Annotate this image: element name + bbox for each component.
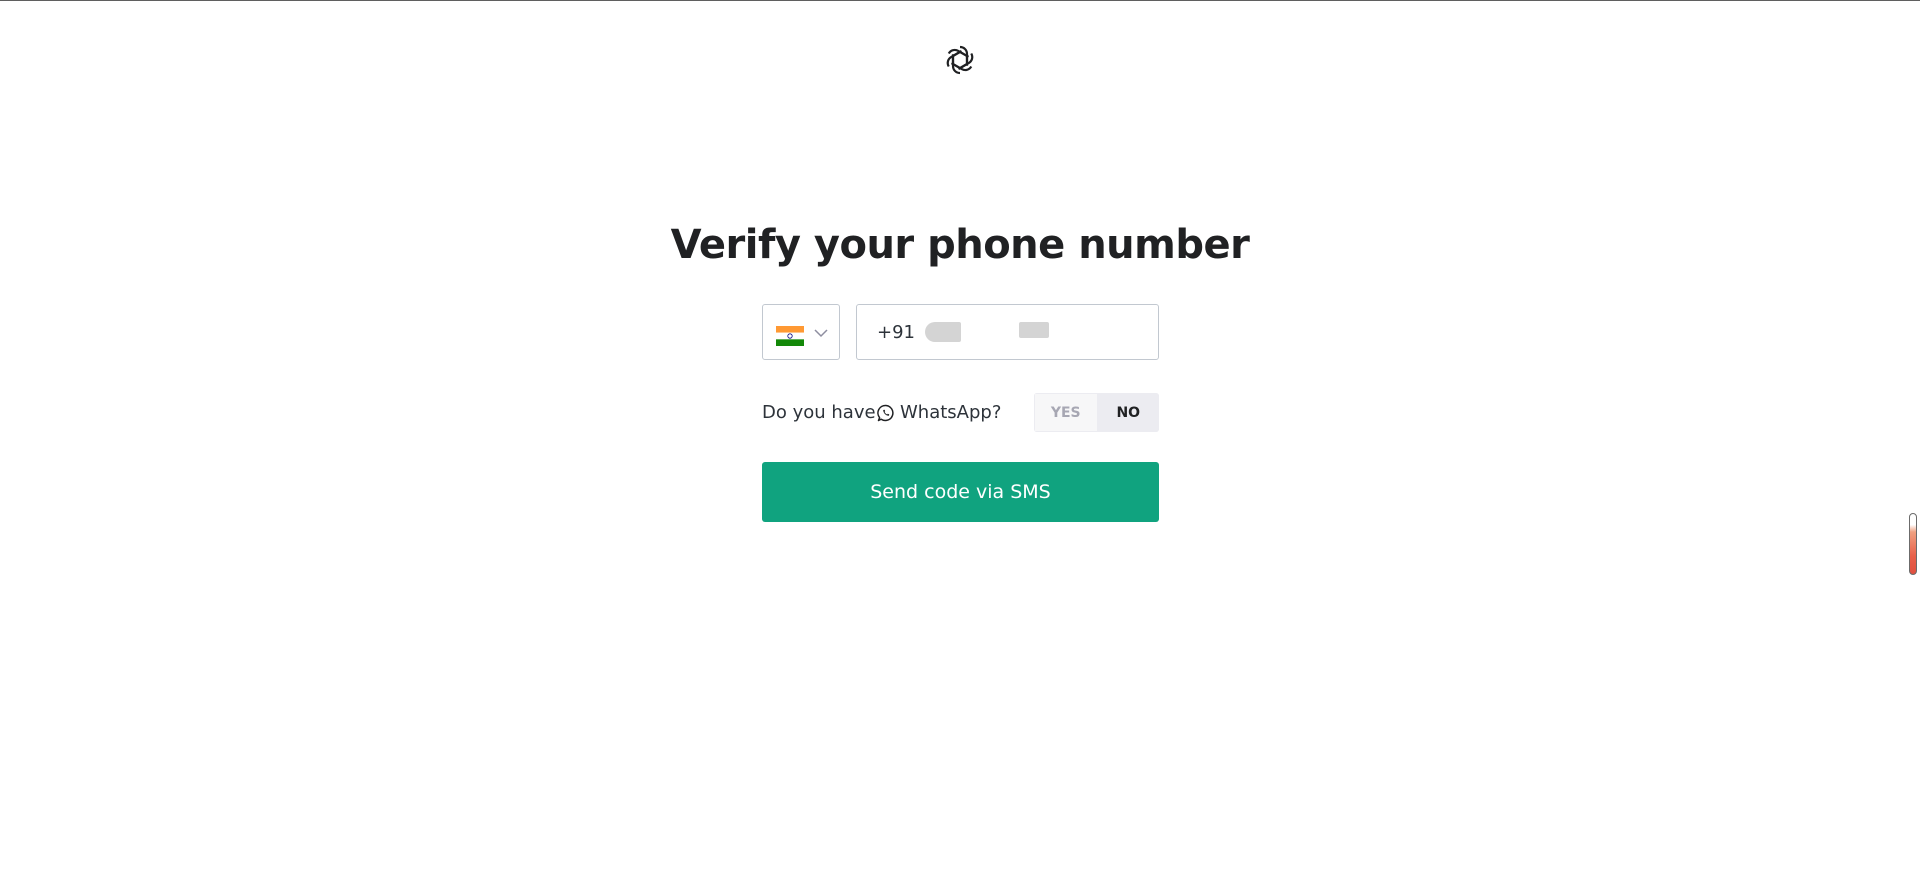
chevron-down-icon	[814, 329, 828, 338]
top-border	[0, 0, 1920, 1]
whatsapp-toggle: YES NO	[1034, 393, 1159, 432]
redacted-digits	[925, 322, 961, 342]
page-title: Verify your phone number	[670, 222, 1250, 268]
whatsapp-icon	[877, 404, 894, 422]
openai-logo-icon	[946, 45, 974, 75]
whatsapp-no-button[interactable]: NO	[1097, 393, 1159, 432]
dial-code: +91	[877, 322, 915, 343]
phone-field: +91	[856, 304, 1159, 360]
whatsapp-prefix: Do you have	[762, 402, 876, 423]
whatsapp-suffix: WhatsApp?	[900, 402, 1002, 423]
whatsapp-yes-button[interactable]: YES	[1034, 393, 1098, 432]
send-code-button[interactable]: Send code via SMS	[762, 462, 1159, 522]
side-scroll-widget[interactable]	[1909, 513, 1917, 575]
whatsapp-question: Do you have WhatsApp? YES NO	[762, 393, 1159, 433]
india-flag-icon	[776, 326, 804, 346]
country-select[interactable]	[762, 304, 840, 360]
redacted-digits	[1019, 322, 1049, 338]
